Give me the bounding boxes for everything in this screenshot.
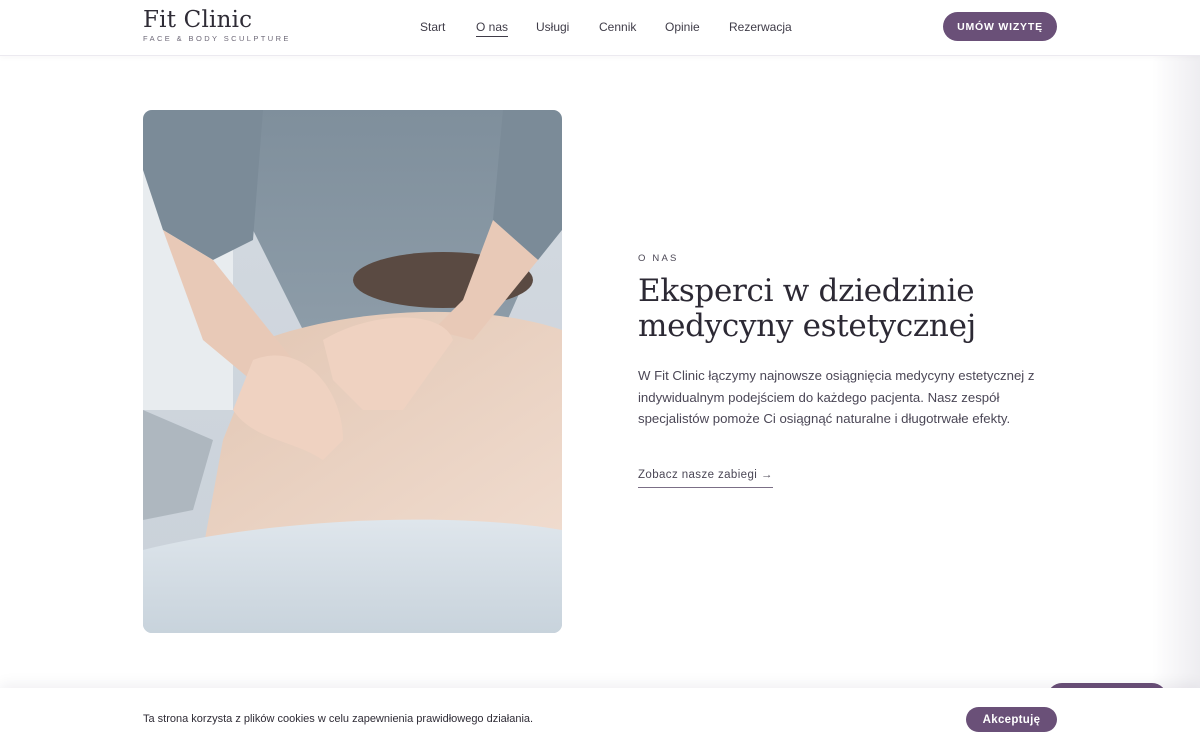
edge-fade	[1152, 0, 1200, 751]
nav-item-cennik[interactable]: Cennik	[599, 19, 636, 35]
nav-item-o-nas[interactable]: O nas	[476, 19, 509, 37]
massage-illustration	[143, 110, 562, 633]
cookie-text: Ta strona korzysta z plików cookies w ce…	[143, 713, 534, 725]
logo-title: Fit Clinic	[143, 7, 253, 33]
site-header: Fit Clinic FACE & BODY SCULPTURE Start O…	[0, 0, 1200, 56]
nav-item-start[interactable]: Start	[420, 19, 445, 35]
see-treatments-link[interactable]: Zobacz nasze zabiegi →	[638, 469, 773, 488]
massage-photo	[143, 110, 562, 633]
nav-item-rezerwacja[interactable]: Rezerwacja	[729, 19, 792, 35]
cookie-banner: Ta strona korzysta z plików cookies w ce…	[0, 688, 1200, 751]
section-eyebrow: O NAS	[638, 253, 679, 264]
page: Fit Clinic FACE & BODY SCULPTURE Start O…	[0, 0, 1200, 751]
nav-item-opinie[interactable]: Opinie	[665, 19, 700, 35]
logo[interactable]: Fit Clinic FACE & BODY SCULPTURE	[143, 7, 291, 43]
nav-item-uslugi[interactable]: Usługi	[536, 19, 569, 35]
section-body: W Fit Clinic łączymy najnowsze osiągnięc…	[638, 368, 1035, 426]
cookie-accept-button[interactable]: Akceptuję	[966, 707, 1057, 732]
logo-tagline: FACE & BODY SCULPTURE	[143, 34, 291, 43]
section-heading: Eksperci w dziedzinie medycyny estetyczn…	[638, 273, 976, 344]
book-appointment-button[interactable]: UMÓW WIZYTĘ	[943, 12, 1057, 41]
